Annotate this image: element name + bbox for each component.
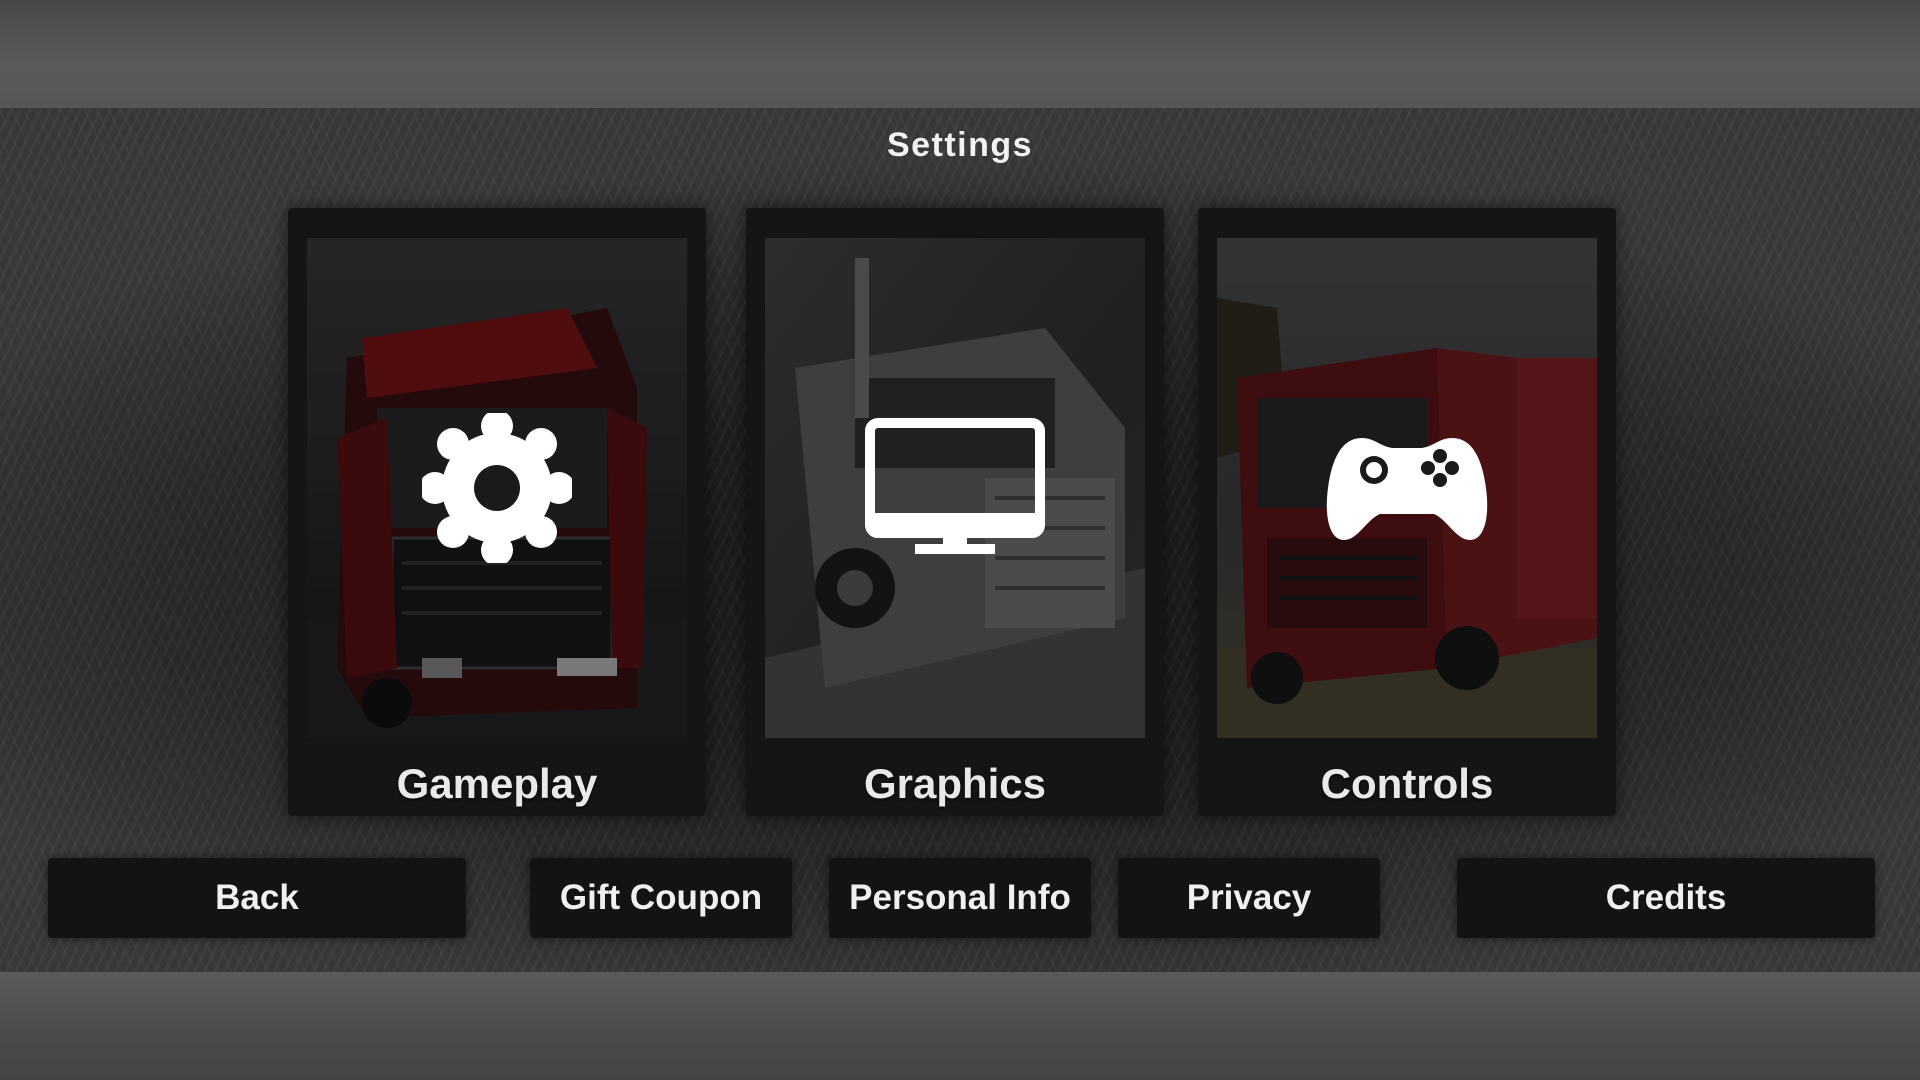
card-label-controls: Controls xyxy=(1320,760,1494,807)
card-label-gameplay: Gameplay xyxy=(396,760,598,807)
letterbox-bottom xyxy=(0,972,1920,1080)
settings-stage: Settings Gameplay Graphics Controls Back… xyxy=(0,108,1920,972)
gear-icon xyxy=(422,413,572,563)
back-button[interactable]: Back xyxy=(48,858,466,938)
card-label-graphics: Graphics xyxy=(863,760,1047,807)
letterbox-top xyxy=(0,0,1920,108)
settings-screen: Settings Gameplay Graphics Controls Back… xyxy=(0,0,1920,1080)
page-title: Settings xyxy=(886,126,1034,164)
personal-info-button[interactable]: Personal Info xyxy=(829,858,1091,938)
privacy-button[interactable]: Privacy xyxy=(1118,858,1380,938)
graphics-truck-image xyxy=(765,238,1145,738)
controls-truck-image xyxy=(1217,238,1597,738)
controls-card[interactable]: Controls xyxy=(1198,208,1616,816)
credits-button[interactable]: Credits xyxy=(1457,858,1875,938)
gamepad-icon xyxy=(1326,438,1488,540)
gift-coupon-button[interactable]: Gift Coupon xyxy=(530,858,792,938)
gameplay-truck-image xyxy=(307,238,687,738)
gameplay-card[interactable]: Gameplay xyxy=(288,208,706,816)
monitor-icon xyxy=(865,418,1045,554)
graphics-card[interactable]: Graphics xyxy=(746,208,1164,816)
